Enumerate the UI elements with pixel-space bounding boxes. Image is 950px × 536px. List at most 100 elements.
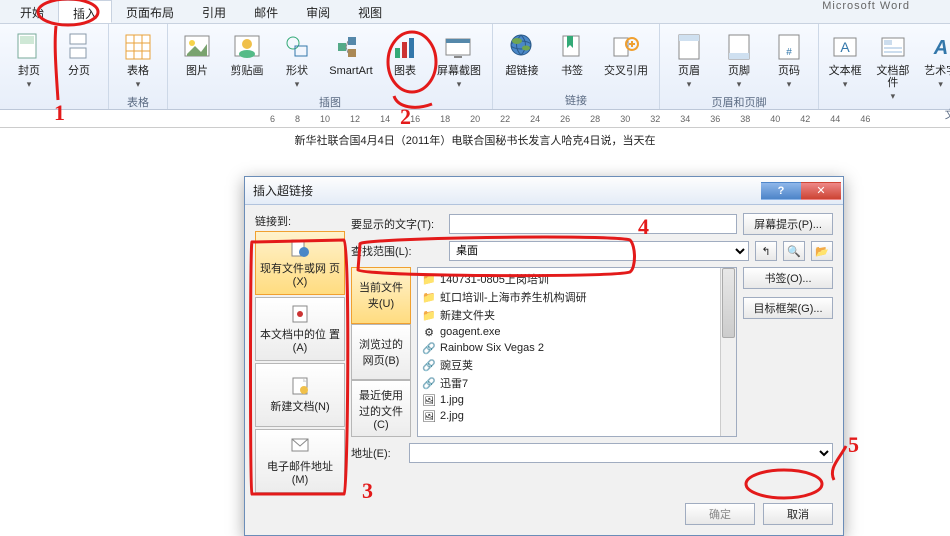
cross-reference-button[interactable]: 交叉引用 [599,28,653,80]
exe-icon: ⚙ [422,325,436,339]
ruler-tick: 26 [560,114,570,124]
file-item[interactable]: 🔗Rainbow Six Vegas 2 [420,340,718,356]
file-item[interactable]: 🖼2.jpg [420,408,718,424]
header-button[interactable]: 页眉▾ [666,28,712,93]
svg-text:5: 5 [848,432,859,457]
link-icon: 🔗 [422,376,436,390]
current-folder-tab[interactable]: 当前文件 夹(U) [351,267,411,324]
file-item[interactable]: 📁虹口培训-上海市养生机构调研 [420,288,718,306]
document-area[interactable]: 新华社联合国4月4日（2011年）电联合国秘书长发言人哈克4日说，当天在 [0,128,950,158]
bookmark-dialog-button[interactable]: 书签(O)... [743,267,833,289]
link-to-panel: 链接到: 现有文件或网 页(X) 本文档中的位 置(A) 新建文档(N) 电子邮… [255,213,345,493]
chevron-down-icon: ▾ [843,79,848,90]
ruler-tick: 8 [295,114,300,124]
up-folder-icon: ↰ [761,245,770,258]
ribbon-group-pages: 封页▾ 分页 [0,24,109,109]
ruler-tick: 36 [710,114,720,124]
cancel-button[interactable]: 取消 [763,503,833,525]
look-in-select[interactable]: 桌面 [449,241,749,261]
file-item[interactable]: ⚙goagent.exe [420,324,718,340]
target-frame-button[interactable]: 目标框架(G)... [743,297,833,319]
ruler-tick: 40 [770,114,780,124]
file-list-scrollbar[interactable] [720,268,736,436]
ok-button[interactable]: 确定 [685,503,755,525]
tab-page-layout[interactable]: 页面布局 [112,0,188,23]
ruler-tick: 34 [680,114,690,124]
footer-button[interactable]: 页脚▾ [716,28,762,93]
chevron-down-icon: ▾ [687,79,692,90]
screenshot-button[interactable]: 屏幕截图▾ [432,28,486,93]
page-number-button[interactable]: # 页码▾ [766,28,812,93]
file-item[interactable]: 📁新建文件夹 [420,306,718,324]
page-break-button[interactable]: 分页 [56,28,102,80]
page-break-icon [63,31,95,63]
browsed-pages-tab[interactable]: 浏览过的 网页(B) [351,324,411,381]
chevron-down-icon: ▾ [295,79,300,90]
chevron-down-icon: ▾ [787,79,792,90]
dialog-titlebar[interactable]: 插入超链接 ? ✕ [245,177,843,205]
chart-icon [389,31,421,63]
bookmark-icon [556,31,588,63]
page-number-icon: # [773,31,805,63]
clipart-button[interactable]: 剪贴画 [224,28,270,80]
scroll-thumb[interactable] [722,268,735,338]
file-item[interactable]: 🔗豌豆荚 [420,356,718,374]
file-item[interactable]: 🖼1.jpg [420,392,718,408]
ribbon: 封页▾ 分页 表格▾ 表格 图片 剪贴画 [0,24,950,110]
tab-mailings[interactable]: 邮件 [240,0,292,23]
cover-page-button[interactable]: 封页▾ [6,28,52,93]
link-to-this-document[interactable]: 本文档中的位 置(A) [255,297,345,361]
textbox-button[interactable]: A 文本框▾ [825,28,865,93]
ruler-tick: 32 [650,114,660,124]
display-text-input[interactable] [449,214,737,234]
dialog-close-button[interactable]: ✕ [801,182,841,200]
tab-home[interactable]: 开始 [6,0,58,23]
email-icon [290,436,310,456]
browse-file-button[interactable]: 📂 [811,241,833,261]
file-item[interactable]: 📁140731-0805上岗培训 [420,270,718,288]
shapes-button[interactable]: 形状▾ [274,28,320,93]
ribbon-tabs: 开始 插入 页面布局 引用 邮件 审阅 视图 [0,0,950,24]
chevron-down-icon: ▾ [457,79,462,90]
footer-icon [723,31,755,63]
tab-references[interactable]: 引用 [188,0,240,23]
browse-web-button[interactable]: 🔍 [783,241,805,261]
ruler-tick: 30 [620,114,630,124]
address-input[interactable] [409,443,833,463]
globe-link-icon [506,31,538,63]
picture-button[interactable]: 图片 [174,28,220,80]
recent-files-tab[interactable]: 最近使用 过的文件 (C) [351,380,411,437]
link-to-new-document[interactable]: 新建文档(N) [255,363,345,427]
folder-icon: 📁 [422,290,436,304]
img-icon: 🖼 [422,393,436,407]
chevron-down-icon: ▾ [938,79,943,90]
ribbon-group-tables: 表格▾ 表格 [109,24,168,109]
ruler-tick: 22 [500,114,510,124]
insert-hyperlink-dialog: 插入超链接 ? ✕ 链接到: 现有文件或网 页(X) 本文档中的位 置(A) 新… [244,176,844,536]
smartart-button[interactable]: SmartArt [324,28,378,80]
browse-tabs: 当前文件 夹(U) 浏览过的 网页(B) 最近使用 过的文件 (C) [351,267,411,437]
screentip-button[interactable]: 屏幕提示(P)... [743,213,833,235]
cross-reference-icon [610,31,642,63]
dialog-help-button[interactable]: ? [761,182,801,200]
address-label: 地址(E): [351,445,403,461]
hyperlink-button[interactable]: 超链接 [499,28,545,80]
bookmark-button[interactable]: 书签 [549,28,595,80]
ribbon-group-links: 超链接 书签 交叉引用 链接 [493,24,660,109]
quick-parts-icon [877,31,909,63]
tab-view[interactable]: 视图 [344,0,396,23]
tab-insert[interactable]: 插入 [58,0,112,23]
chart-button[interactable]: 图表 [382,28,428,80]
up-one-level-button[interactable]: ↰ [755,241,777,261]
quick-parts-button[interactable]: 文档部件▾ [869,28,916,105]
chevron-down-icon: ▾ [27,79,32,90]
ruler-tick: 14 [380,114,390,124]
link-to-existing-file[interactable]: 现有文件或网 页(X) [255,231,345,295]
file-item[interactable]: 🔗迅雷7 [420,374,718,392]
table-button[interactable]: 表格▾ [115,28,161,93]
link-to-email[interactable]: 电子邮件地址 (M) [255,429,345,493]
ruler-tick: 44 [830,114,840,124]
globe-page-icon [290,238,310,258]
wordart-button[interactable]: A 艺术字▾ [920,28,950,93]
tab-review[interactable]: 审阅 [292,0,344,23]
